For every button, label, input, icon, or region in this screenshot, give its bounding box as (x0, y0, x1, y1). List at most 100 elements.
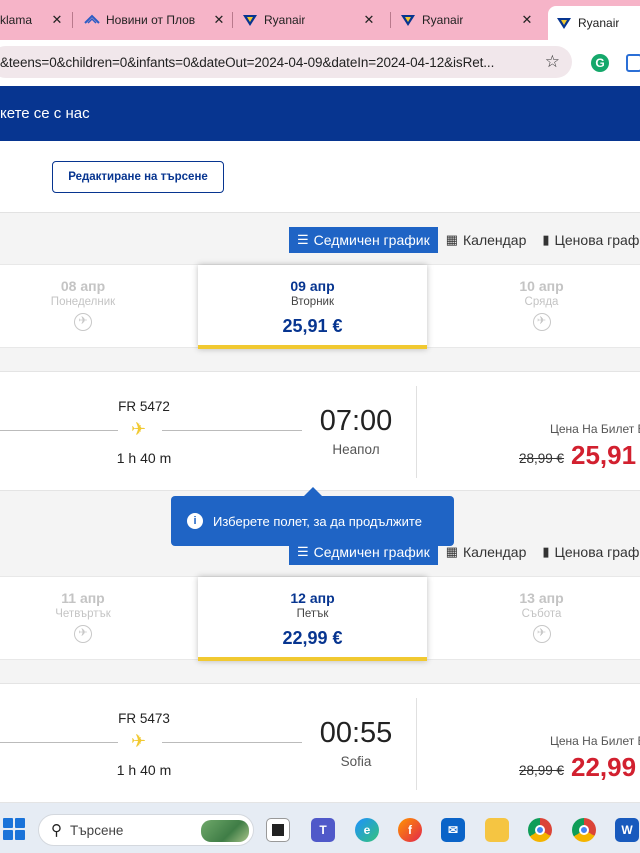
chrome-profile-icon[interactable] (572, 818, 596, 842)
browser-tab-strip: klama ✕ Новини от Плов ✕ Ryanair ✕ Ryana… (0, 0, 640, 40)
bar-chart-icon: ▮ (542, 544, 550, 559)
date-cell[interactable]: 08 апр Понеделник ✈ (0, 265, 166, 349)
tab-title: Ryanair (264, 13, 306, 27)
url-text[interactable]: &teens=0&children=0&infants=0&dateOut=20… (0, 55, 530, 70)
browser-toolbar: &teens=0&children=0&infants=0&dateOut=20… (0, 40, 640, 86)
destination-city: Неапол (332, 442, 380, 457)
old-price: 28,99 € (519, 763, 565, 778)
search-placeholder: Търсене (70, 822, 124, 838)
date-cell-selected[interactable]: 09 апр Вторник 25,91 € (198, 265, 427, 349)
no-flights-icon: ✈ (74, 625, 92, 643)
view-switcher-outbound: ☰ Седмичен график ▦ Календар ▮ Ценова гр… (289, 227, 640, 253)
teams-icon[interactable]: T (311, 818, 335, 842)
fare-price[interactable]: 22,99 (571, 752, 636, 783)
tab-weekly-schedule[interactable]: ☰ Седмичен график (289, 227, 438, 253)
flight-card-inbound[interactable]: FR 5473 ✈ 1 h 40 m 00:55 Sofia Цена На Б… (0, 683, 640, 803)
close-icon[interactable]: ✕ (362, 12, 376, 28)
date-strip-outbound: 08 апр Понеделник ✈ 09 апр Вторник 25,91… (0, 264, 640, 349)
fare-label: Цена На Билет Е (550, 422, 640, 436)
taskbar-search-box[interactable]: ⚲ Търсене (38, 814, 254, 846)
date-label: 10 апр (519, 278, 564, 294)
date-cell[interactable]: 10 апр Сряда ✈ (427, 265, 640, 349)
site-header: кете се с нас (0, 86, 640, 141)
grammarly-extension-icon[interactable]: G (591, 54, 609, 72)
close-icon[interactable]: ✕ (212, 12, 226, 28)
tab-label: Календар (463, 232, 527, 248)
tab-label: Седмичен график (313, 544, 430, 560)
tab-calendar[interactable]: ▦ Календар (438, 227, 535, 253)
news-icon (84, 14, 100, 24)
tab-title: klama (0, 13, 33, 27)
task-view-icon[interactable] (266, 818, 290, 842)
flight-number: FR 5473 (118, 711, 170, 726)
tab-separator (72, 12, 73, 28)
extension-icon[interactable] (626, 54, 640, 72)
date-label: 12 апр (290, 590, 335, 606)
tab-separator (232, 12, 233, 28)
weekday-label: Понеделник (50, 296, 116, 308)
date-cell[interactable]: 11 апр Четвъртък ✈ (0, 577, 166, 661)
tooltip-text: Изберете полет, за да продължите (213, 513, 422, 529)
date-price: 25,91 € (282, 316, 343, 336)
no-flights-icon: ✈ (532, 625, 551, 643)
calendar-icon: ▦ (445, 232, 458, 247)
plane-icon: ✈ (131, 419, 147, 439)
calendar-icon: ▦ (445, 544, 458, 559)
contact-us-link[interactable]: кете се с нас (0, 105, 90, 122)
flight-number: FR 5472 (118, 399, 170, 414)
departure-time: 00:55 (319, 717, 393, 749)
tab-price-graph[interactable]: ▮ Ценова граф (534, 227, 640, 253)
flight-card-outbound[interactable]: FR 5472 ✈ 1 h 40 m 07:00 Неапол Цена На … (0, 371, 640, 491)
date-cell-selected[interactable]: 12 апр Петък 22,99 € (198, 577, 427, 661)
address-bar[interactable]: &teens=0&children=0&infants=0&dateOut=20… (0, 46, 572, 78)
old-price: 28,99 € (519, 451, 565, 466)
weekday-label: Сряда (524, 296, 559, 308)
route-line (0, 430, 118, 431)
date-cell[interactable]: 13 апр Събота ✈ (427, 577, 640, 661)
date-price: 22,99 € (282, 628, 343, 648)
ryanair-icon (243, 15, 257, 26)
browser-tab[interactable]: Ryanair ✕ (242, 6, 376, 34)
windows-start-icon[interactable] (3, 818, 25, 840)
no-flights-icon: ✈ (74, 313, 92, 331)
edge-icon[interactable]: e (355, 818, 379, 842)
weekday-label: Петък (296, 608, 329, 620)
word-icon[interactable]: W (615, 818, 639, 842)
browser-tab[interactable]: Ryanair ✕ (400, 6, 534, 34)
search-icon: ⚲ (51, 822, 62, 839)
close-icon[interactable]: ✕ (520, 12, 534, 28)
file-explorer-icon[interactable] (485, 818, 509, 842)
route-line (162, 742, 302, 743)
mail-icon[interactable]: ✉ (441, 818, 465, 842)
tab-label: Календар (463, 544, 527, 560)
search-highlight-image (201, 820, 249, 842)
fare-label: Цена На Билет Е (550, 734, 640, 748)
bookmark-star-icon[interactable]: ☆ (545, 52, 560, 72)
card-divider (416, 386, 417, 478)
list-icon: ☰ (297, 544, 309, 559)
browser-tab[interactable]: Новини от Плов ✕ (84, 6, 226, 34)
date-label: 08 апр (60, 278, 106, 294)
browser-tab[interactable]: klama ✕ (0, 6, 64, 34)
tab-title: Новини от Плов (106, 13, 196, 27)
info-icon: i (187, 513, 203, 529)
departure-time: 07:00 (319, 405, 393, 437)
list-icon: ☰ (297, 232, 309, 247)
weekday-label: Вторник (290, 296, 335, 308)
date-label: 13 апр (519, 590, 564, 606)
weekday-label: Четвъртък (55, 608, 111, 620)
date-label: 11 апр (61, 590, 105, 606)
edit-search-bar: Редактиране на търсене (0, 141, 640, 213)
no-flights-icon: ✈ (532, 313, 551, 331)
firefox-icon[interactable]: f (398, 818, 422, 842)
tab-label: Ценова граф (554, 232, 640, 248)
tab-separator (390, 12, 391, 28)
browser-tab-active[interactable]: Ryanair (548, 6, 640, 40)
date-strip-inbound: 11 апр Четвъртък ✈ 12 апр Петък 22,99 € … (0, 576, 640, 661)
close-icon[interactable]: ✕ (50, 12, 64, 28)
fare-price[interactable]: 25,91 (571, 440, 636, 471)
flight-duration: 1 h 40 m (116, 762, 172, 778)
chrome-icon[interactable] (528, 818, 552, 842)
edit-search-button[interactable]: Редактиране на търсене (52, 161, 224, 193)
tab-price-graph[interactable]: ▮ Ценова граф (534, 539, 640, 565)
